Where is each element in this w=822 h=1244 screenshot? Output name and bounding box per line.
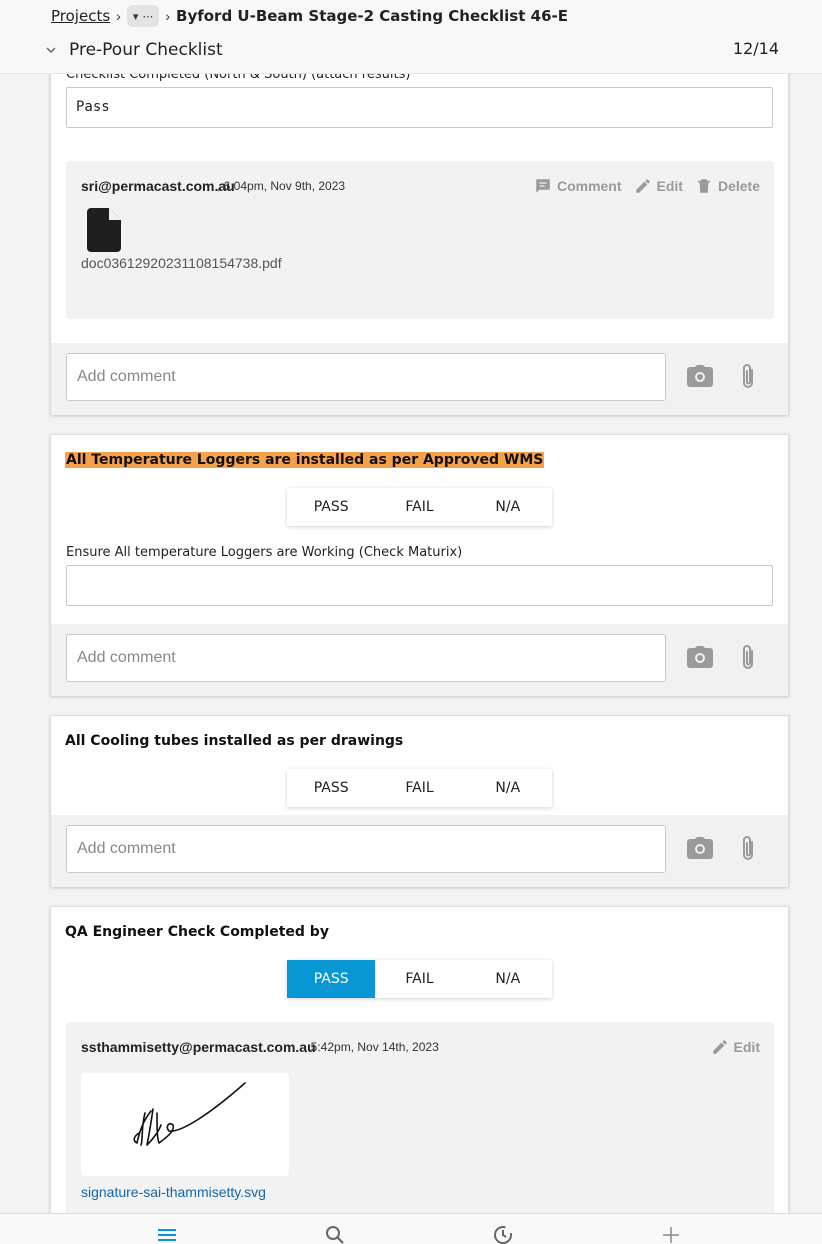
chevron-right-icon: ›: [165, 8, 171, 24]
section-header[interactable]: Pre-Pour Checklist: [45, 40, 223, 60]
pass-fail-na-toggle: PASS FAIL N/A: [287, 769, 552, 807]
add-comment-input[interactable]: [66, 353, 666, 401]
edit-label: Edit: [733, 1039, 760, 1055]
option-na[interactable]: N/A: [464, 769, 552, 807]
delete-label: Delete: [717, 178, 760, 194]
bottom-navigation: [0, 1213, 822, 1244]
camera-icon[interactable]: [687, 365, 713, 387]
breadcrumb-projects-link[interactable]: Projects: [51, 7, 110, 25]
chevron-right-icon: ›: [116, 8, 121, 24]
results-text-field[interactable]: Pass: [66, 87, 773, 128]
option-fail[interactable]: FAIL: [375, 769, 463, 807]
pencil-icon: [635, 179, 650, 193]
field-label: Ensure All temperature Loggers are Worki…: [66, 545, 463, 560]
comment-bar: [51, 343, 788, 415]
question-title: QA Engineer Check Completed by: [65, 924, 329, 940]
comment-bar: [51, 624, 788, 696]
chevron-down-icon: [46, 47, 56, 54]
checklist-card-cooling-tubes: All Cooling tubes installed as per drawi…: [50, 715, 789, 887]
comment-bar: [51, 815, 788, 887]
entry-actions: Edit: [711, 1038, 760, 1056]
breadcrumb-current: Byford U-Beam Stage-2 Casting Checklist …: [176, 7, 568, 25]
attachment-entry: sri@permacast.com.au , 6:04pm, Nov 9th, …: [66, 161, 774, 319]
attachment-file-name[interactable]: doc03612920231108154738.pdf: [81, 255, 282, 271]
camera-icon[interactable]: [687, 837, 713, 859]
edit-button[interactable]: Edit: [634, 177, 683, 195]
option-fail[interactable]: FAIL: [375, 960, 463, 998]
option-na[interactable]: N/A: [464, 960, 552, 998]
history-icon[interactable]: [493, 1224, 513, 1244]
breadcrumb-more-button[interactable]: ▾ ⋯: [126, 5, 160, 27]
add-comment-input[interactable]: [66, 825, 666, 873]
entry-actions: Comment Edit Delete: [534, 177, 760, 195]
comment-label: Comment: [556, 178, 622, 194]
paperclip-icon[interactable]: [739, 363, 757, 391]
add-comment-input[interactable]: [66, 634, 666, 682]
camera-icon[interactable]: [687, 646, 713, 668]
loggers-text-field[interactable]: [66, 565, 773, 606]
signature-entry: ssthammisetty@permacast.com.au , 5:42pm,…: [66, 1022, 774, 1237]
entry-timestamp: , 6:04pm, Nov 9th, 2023: [217, 179, 346, 193]
comment-button[interactable]: Comment: [534, 177, 622, 195]
progress-count: 12/14: [732, 39, 779, 58]
signature-image[interactable]: [81, 1073, 289, 1176]
comment-icon: [536, 179, 550, 193]
add-icon[interactable]: [661, 1224, 681, 1244]
pass-fail-na-toggle: PASS FAIL N/A: [287, 488, 552, 526]
option-pass[interactable]: PASS: [287, 769, 375, 807]
file-icon[interactable]: [87, 208, 121, 252]
breadcrumb: Projects › ▾ ⋯ › Byford U-Beam Stage-2 C…: [51, 5, 568, 27]
edit-label: Edit: [656, 178, 683, 194]
delete-button[interactable]: Delete: [695, 177, 760, 195]
paperclip-icon[interactable]: [739, 644, 757, 672]
top-header: Projects › ▾ ⋯ › Byford U-Beam Stage-2 C…: [0, 0, 822, 74]
option-pass[interactable]: PASS: [287, 960, 376, 998]
search-icon[interactable]: [325, 1224, 345, 1244]
question-title: All Temperature Loggers are installed as…: [65, 452, 545, 468]
signature-drawing: [133, 1082, 246, 1146]
ellipsis-icon: ⋯: [142, 10, 154, 23]
checklist-card-results: Checklist Completed (North & South) (att…: [50, 40, 789, 415]
caret-down-icon: ▾: [132, 10, 139, 23]
entry-timestamp: , 5:42pm, Nov 14th, 2023: [304, 1040, 439, 1054]
pass-fail-na-toggle: PASS FAIL N/A: [287, 960, 552, 998]
pencil-icon: [712, 1040, 727, 1054]
checklist-card-temperature-loggers: All Temperature Loggers are installed as…: [50, 434, 789, 696]
question-title: All Cooling tubes installed as per drawi…: [65, 733, 404, 749]
entry-author: ssthammisetty@permacast.com.au: [81, 1039, 316, 1055]
paperclip-icon[interactable]: [739, 835, 757, 863]
section-title: Pre-Pour Checklist: [69, 40, 223, 60]
menu-icon[interactable]: [157, 1224, 177, 1244]
option-na[interactable]: N/A: [464, 488, 552, 526]
signature-file-link[interactable]: signature-sai-thammisetty.svg: [81, 1184, 266, 1200]
trash-icon: [697, 179, 710, 193]
entry-author: sri@permacast.com.au: [81, 178, 235, 194]
option-fail[interactable]: FAIL: [375, 488, 463, 526]
edit-button[interactable]: Edit: [711, 1038, 760, 1056]
option-pass[interactable]: PASS: [287, 488, 375, 526]
checklist-card-qa-engineer: QA Engineer Check Completed by PASS FAIL…: [50, 906, 789, 1237]
